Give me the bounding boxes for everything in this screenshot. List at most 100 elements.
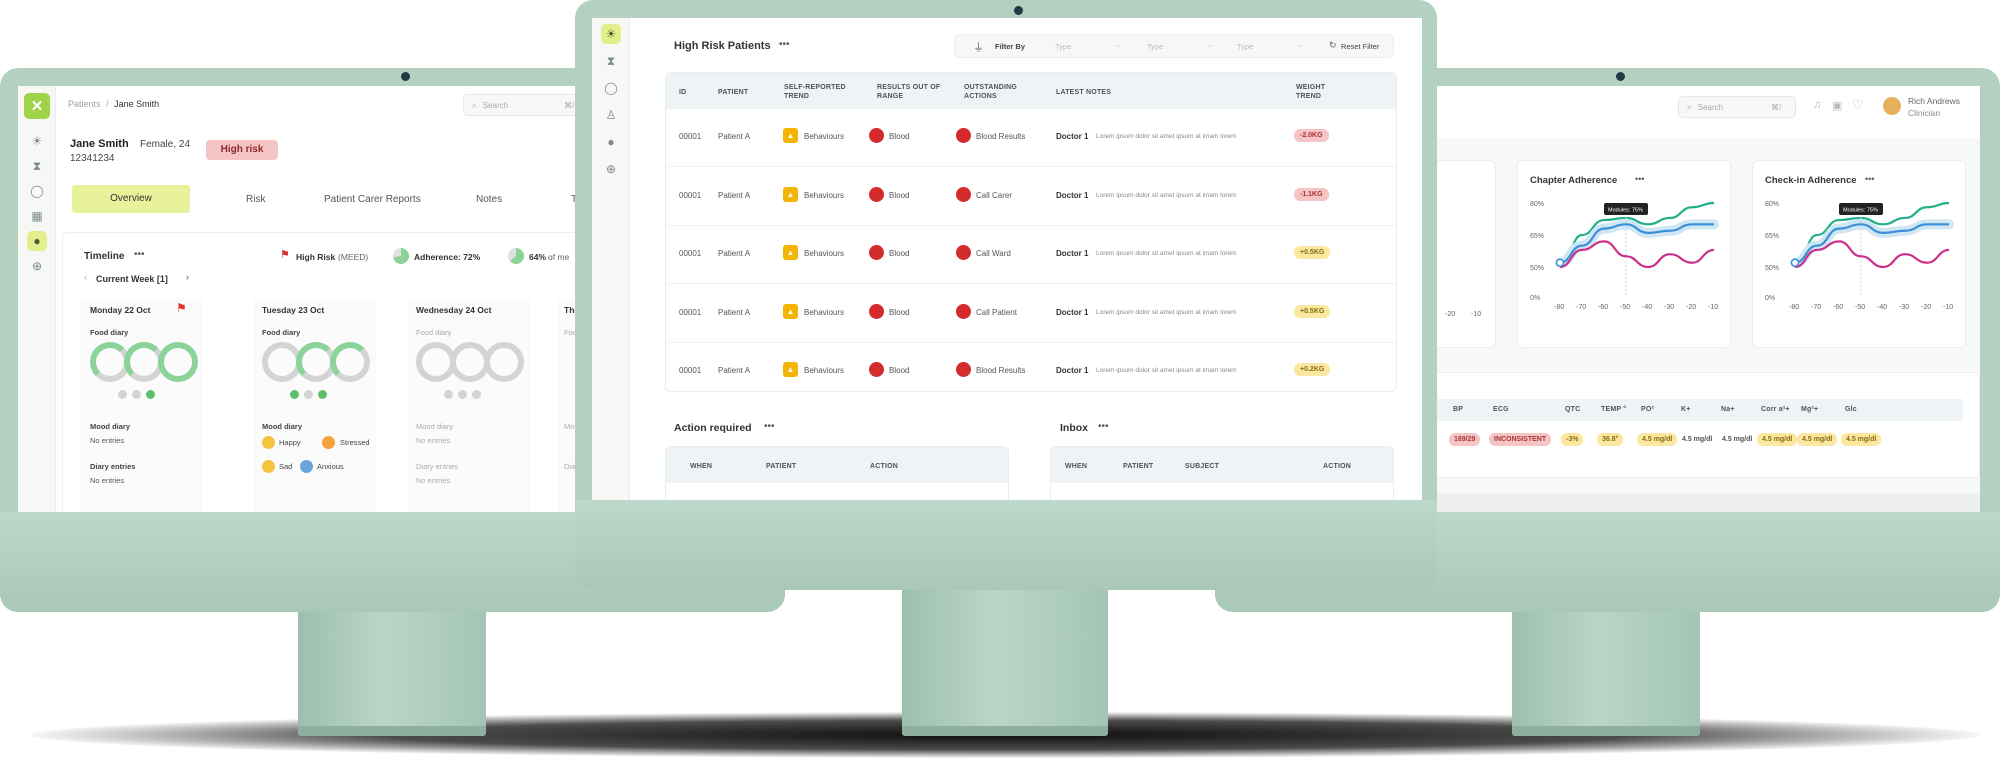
x-tick: -70 — [1576, 304, 1586, 311]
food-diary-label: Food diary — [90, 328, 129, 337]
diary-value: No entries — [416, 476, 451, 485]
col-notes: LATEST NOTES — [1056, 89, 1112, 96]
x-tick: -80 — [1554, 304, 1564, 311]
tab-risk[interactable]: Risk — [246, 194, 265, 205]
reset-filter-button[interactable]: Reset Filter — [1341, 42, 1379, 51]
patient-icon[interactable]: ♙ — [601, 105, 621, 125]
diary-entries-label: Diary entries — [416, 462, 459, 471]
warning-icon: ▲ — [783, 186, 798, 202]
title-more-button[interactable]: ••• — [779, 39, 790, 50]
tab-overview[interactable]: Overview — [72, 185, 190, 213]
action-dot-icon — [956, 245, 971, 260]
table-row[interactable]: 00001 Patient A ▲ Behaviours Blood Blood Resu… — [666, 343, 1396, 391]
sun-icon[interactable]: ☀ — [27, 131, 47, 151]
vitals-value: 4.5 mg/dl — [1722, 436, 1753, 443]
adherence-donut-icon — [393, 248, 409, 264]
vitals-value: 36.8° — [1597, 433, 1624, 446]
timeline-more-button[interactable]: ••• — [134, 249, 145, 260]
patient-name: Patient A — [718, 249, 751, 258]
adherence-label: Adherence: 72% — [414, 252, 481, 262]
chat-icon[interactable]: ◯ — [601, 78, 621, 98]
result-label: Blood — [889, 366, 910, 375]
col-results: RESULTS OUT OF RANGE — [877, 84, 941, 100]
action-required-more-button[interactable]: ••• — [764, 421, 775, 432]
tab-notes[interactable]: Notes — [476, 194, 502, 205]
week-next-icon[interactable]: › — [186, 272, 189, 282]
chart-title: Check-in Adherence — [1765, 175, 1857, 186]
doctor-name: Doctor 1 — [1056, 132, 1089, 141]
flag-icon: ⚑ — [176, 301, 187, 315]
vitals-value: 4.5 mg/dl — [1797, 433, 1838, 446]
table-row[interactable]: 00001 Patient A ▲ Behaviours Blood Call Patie… — [666, 285, 1396, 343]
mood-anxious-icon — [300, 460, 313, 473]
result-dot-icon — [869, 245, 884, 260]
col-patient: PATIENT — [1123, 463, 1154, 470]
vitals-card: TEBP189/29ECGINCONSISTENTQTC-3%TEMP °36.… — [1430, 372, 1980, 478]
breadcrumb-root[interactable]: Patients — [68, 99, 101, 109]
search-input[interactable]: ⌕ Search ⌘/ — [463, 94, 580, 116]
diary-entries-label: Diary entries — [90, 462, 136, 471]
sun-icon[interactable]: ☀ — [601, 24, 621, 44]
x-tick: -10 — [1708, 304, 1718, 311]
table-row[interactable]: 00001 Patient A ▲ Behaviours Blood Call Ward D… — [666, 226, 1396, 284]
chart-more-button[interactable]: ••• — [1635, 174, 1644, 184]
action-label: Blood Results — [976, 366, 1026, 375]
patient-name: Patient A — [718, 307, 751, 317]
x-tick: -40 — [1877, 304, 1887, 311]
x-tick: -60 — [1833, 304, 1843, 311]
reset-icon: ↻ — [1329, 40, 1337, 50]
vitals-col: PO² — [1641, 406, 1655, 413]
search-input[interactable]: ⌕ Search ⌘/ — [1678, 96, 1796, 118]
type-select[interactable]: Type — [1147, 42, 1163, 51]
patient-id: 00001 — [679, 366, 702, 375]
y-tick: 0% — [1530, 295, 1540, 302]
type-select[interactable]: Type — [1055, 42, 1071, 51]
hourglass-icon[interactable]: ⧗ — [601, 51, 621, 71]
mood-happy-icon — [262, 436, 275, 449]
x-tick: -50 — [1620, 304, 1630, 311]
mood-value: No entries — [416, 436, 451, 445]
mood-sad-label: Sad — [279, 462, 293, 471]
patient-icon[interactable]: ● — [27, 231, 47, 251]
vitals-value: 4.5 mg/dl — [1637, 433, 1678, 446]
chat-icon[interactable]: ◯ — [27, 181, 47, 201]
type-select[interactable]: Type — [1237, 42, 1253, 51]
hourglass-icon[interactable]: ⧗ — [27, 156, 47, 176]
y-tick: 0% — [1765, 295, 1775, 302]
doctor-name: Doctor 1 — [1056, 190, 1089, 200]
vitals-col: QTC — [1565, 406, 1581, 413]
breadcrumb-current: Jane Smith — [114, 99, 160, 109]
col-weight: WEIGHT TREND — [1296, 84, 1326, 100]
trend-label: Behaviours — [804, 366, 845, 375]
add-icon[interactable]: ⊕ — [27, 256, 47, 276]
add-icon[interactable]: ⊕ — [601, 159, 621, 179]
vitals-col: BP — [1453, 406, 1464, 413]
table-header — [666, 447, 1008, 483]
bell-icon[interactable]: ♫ — [1813, 99, 1821, 111]
panel-icon[interactable]: ▣ — [1832, 99, 1842, 112]
inbox-more-button[interactable]: ••• — [1098, 421, 1109, 432]
col-patient: PATIENT — [718, 89, 749, 96]
food-rings — [262, 342, 370, 382]
calendar-icon[interactable]: ▦ — [27, 206, 47, 226]
brand-logo[interactable]: ✕ — [24, 93, 50, 119]
table-row[interactable]: 00001 Patient A ▲ Behaviours Blood Call Carer… — [666, 168, 1396, 226]
vitals-value: INCONSISTENT — [1489, 433, 1552, 446]
patient-filled-icon[interactable]: ● — [601, 132, 621, 152]
week-prev-icon[interactable]: ‹ — [84, 272, 87, 282]
day-column: Tuesday 23 Oct Food diary Mood diary Hap… — [254, 298, 376, 512]
heart-icon[interactable]: ♡ — [1852, 97, 1864, 113]
table-row[interactable]: 00001 Patient A ▲ Behaviours Blood Blood Resu… — [666, 109, 1396, 167]
meal-dots — [290, 390, 327, 399]
chart-more-button[interactable]: ••• — [1865, 174, 1874, 184]
warning-icon: ▲ — [783, 128, 798, 143]
note-text: Lorem ipsum dolor sit amet ipsum at imam… — [1096, 308, 1237, 316]
avatar[interactable] — [1883, 97, 1901, 115]
type-select-chevron-icon: ⌄ — [1297, 42, 1303, 49]
warning-icon: ▲ — [783, 245, 798, 260]
center-stand-foot — [902, 726, 1108, 736]
tab-patient-carer-reports[interactable]: Patient Carer Reports — [324, 194, 421, 205]
col-trend: SELF-REPORTED TREND — [784, 84, 846, 100]
patient-id: 12341234 — [70, 153, 115, 164]
vitals-value: 4.5 mg/dl — [1757, 433, 1798, 446]
